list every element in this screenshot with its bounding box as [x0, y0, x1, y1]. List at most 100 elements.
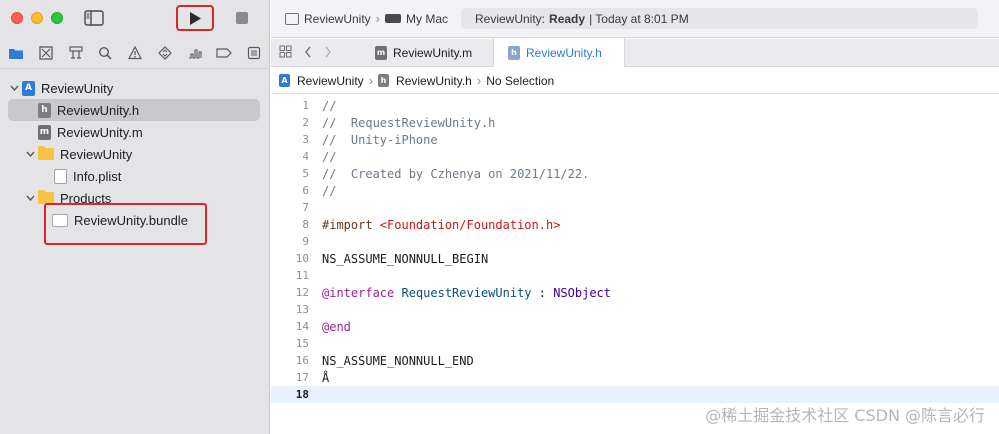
chevron-left-icon[interactable]: [304, 45, 312, 61]
tree-item-source-file[interactable]: m ReviewUnity.m: [8, 121, 260, 143]
header-file-icon: h: [508, 45, 520, 60]
code-text: #import <Foundation/Foundation.h>: [322, 218, 560, 232]
code-text: // RequestReviewUnity.h: [322, 115, 496, 130]
chevron-right-icon: ›: [368, 73, 374, 88]
line-number: 7: [302, 201, 309, 214]
code-editor[interactable]: 1 // 2 // RequestReviewUnity.h 3 // Unity-i…: [271, 95, 999, 434]
line-number: 17: [295, 371, 309, 384]
breakpoint-navigator-icon[interactable]: [216, 45, 233, 61]
import-path: <Foundation/Foundation.h>: [379, 217, 561, 232]
mac-laptop-icon: [385, 14, 402, 23]
code-text: // Created by Czhenya on 2021/11/22.: [322, 166, 590, 181]
tree-item-project[interactable]: A ReviewUnity: [8, 77, 260, 99]
tab-navigation: [271, 45, 361, 61]
scheme-project-label: ReviewUnity: [304, 11, 371, 26]
chevron-right-icon[interactable]: [324, 45, 332, 61]
line-number: 2: [302, 116, 309, 129]
run-button[interactable]: [176, 5, 214, 31]
zoom-window-button[interactable]: [51, 12, 63, 24]
grid-related-items-icon[interactable]: [279, 45, 292, 61]
code-text: NS_ASSUME_NONNULL_END: [322, 353, 474, 368]
editor-tab-bar: m ReviewUnity.m h ReviewUnity.h: [271, 38, 999, 67]
code-text: Å: [322, 370, 330, 385]
code-text: // Unity-iPhone: [322, 132, 438, 147]
source-file-icon: m: [38, 124, 51, 140]
code-text: NS_ASSUME_NONNULL_BEGIN: [322, 251, 489, 266]
header-file-icon: h: [378, 74, 390, 87]
breadcrumb-project[interactable]: ReviewUnity: [297, 74, 364, 88]
code-line: 3 // Unity-iPhone: [271, 131, 999, 148]
chevron-right-icon: ›: [476, 73, 482, 88]
sidebar-toggle-icon[interactable]: [84, 10, 104, 26]
current-code-line[interactable]: 18: [271, 386, 999, 403]
tab-reviewunity-m[interactable]: m ReviewUnity.m: [361, 39, 493, 67]
window-controls: [11, 12, 63, 24]
stop-button[interactable]: [236, 12, 248, 24]
navigator-sidebar: A ReviewUnity h ReviewUnity.h m ReviewUn…: [0, 0, 270, 434]
debug-navigator-icon[interactable]: [187, 45, 203, 61]
scheme-selector[interactable]: ReviewUnity › My Mac: [285, 11, 448, 26]
code-line: 12 @interface RequestReviewUnity : NSObje…: [271, 284, 999, 301]
tree-item-label: ReviewUnity.h: [57, 102, 140, 118]
chevron-down-icon[interactable]: [24, 148, 36, 160]
tree-item-group-folder[interactable]: ReviewUnity: [8, 143, 260, 165]
line-number: 16: [295, 354, 309, 367]
folder-icon: [38, 146, 54, 160]
header-file-icon: h: [38, 102, 51, 118]
tab-reviewunity-h[interactable]: h ReviewUnity.h: [493, 38, 625, 67]
code-line: 6 //: [271, 182, 999, 199]
jump-bar: A ReviewUnity › h ReviewUnity.h › No Sel…: [271, 68, 999, 94]
tree-item-plist-file[interactable]: Info.plist: [8, 165, 260, 187]
scheme-destination-label: My Mac: [406, 11, 449, 26]
code-text: //: [322, 98, 337, 113]
chevron-down-icon[interactable]: [8, 82, 20, 94]
search-icon[interactable]: [97, 45, 113, 61]
app-target-icon: [285, 12, 299, 25]
tree-item-label: ReviewUnity: [60, 146, 133, 162]
line-number: 18: [295, 388, 309, 401]
superclass-name: NSObject: [553, 285, 611, 300]
breadcrumb-file[interactable]: ReviewUnity.h: [396, 74, 472, 88]
tree-item-label: Info.plist: [73, 168, 122, 184]
xcode-project-icon: A: [22, 80, 35, 96]
line-number: 13: [295, 303, 309, 316]
status-state: Ready: [549, 11, 586, 26]
code-line: 16 NS_ASSUME_NONNULL_END: [271, 352, 999, 369]
annotation-highlight-box: [44, 203, 207, 245]
line-number: 9: [302, 235, 309, 248]
code-text: @interface RequestReviewUnity : NSObject: [322, 286, 611, 300]
minimize-window-button[interactable]: [31, 12, 43, 24]
close-window-button[interactable]: [11, 12, 23, 24]
line-number: 1: [302, 99, 309, 112]
code-text: //: [322, 149, 337, 164]
code-line: 1 //: [271, 97, 999, 114]
window-toolbar: ReviewUnity › My Mac ReviewUnity: Ready …: [271, 0, 999, 38]
code-line: 10 NS_ASSUME_NONNULL_BEGIN: [271, 250, 999, 267]
status-time: | Today at 8:01 PM: [589, 11, 689, 26]
import-directive: #import: [322, 217, 380, 232]
code-line: 5 // Created by Czhenya on 2021/11/22.: [271, 165, 999, 182]
breadcrumb-selection[interactable]: No Selection: [486, 74, 554, 88]
interface-keyword: @interface: [322, 285, 395, 300]
line-number: 12: [295, 286, 309, 299]
activity-status-bar: ReviewUnity: Ready | Today at 8:01 PM: [461, 8, 978, 29]
code-text: //: [322, 183, 337, 198]
test-diamond-icon[interactable]: [157, 45, 173, 61]
code-line: 17 Å: [271, 369, 999, 386]
xcode-project-icon: A: [279, 74, 290, 87]
tab-label: ReviewUnity.m: [393, 45, 473, 60]
tree-item-header-file[interactable]: h ReviewUnity.h: [8, 99, 260, 121]
folder-navigator-icon[interactable]: [8, 45, 24, 61]
play-icon: [190, 11, 201, 25]
plist-file-icon: [54, 168, 67, 184]
source-control-icon[interactable]: [38, 45, 54, 61]
report-navigator-icon[interactable]: [246, 45, 262, 61]
symbol-navigator-icon[interactable]: [68, 45, 84, 61]
tab-label: ReviewUnity.h: [526, 45, 602, 60]
code-line: 13: [271, 301, 999, 318]
line-number: 14: [295, 320, 309, 333]
chevron-down-icon[interactable]: [24, 192, 36, 204]
line-number: 3: [302, 133, 309, 146]
issue-warning-icon[interactable]: [127, 45, 143, 61]
code-line: 15: [271, 335, 999, 352]
